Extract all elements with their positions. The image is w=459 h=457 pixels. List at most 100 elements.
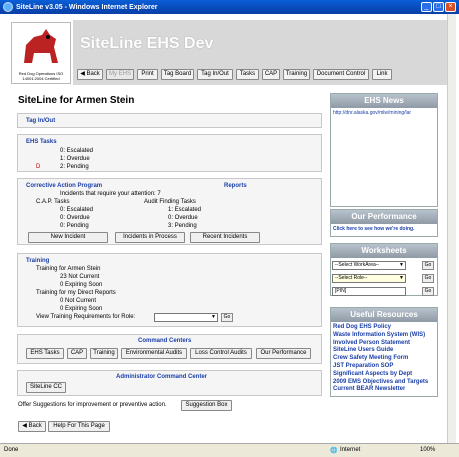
ie-icon <box>3 2 13 12</box>
vertical-scrollbar[interactable] <box>447 14 456 443</box>
resource-link[interactable]: Significant Aspects by Dept <box>333 371 435 379</box>
training-direct-reports: Training for my Direct Reports <box>36 290 116 296</box>
role-go-button[interactable]: Go <box>422 274 434 283</box>
status-bar: Done 🌐 Internet 100% <box>0 443 459 457</box>
worksheets-title: Worksheets <box>331 244 437 258</box>
zone-text: Internet <box>340 447 361 453</box>
red-dog-logo: Red Dog Operations ISO 14001:2004 Certif… <box>11 22 71 84</box>
training-panel: Training Training for Armen Stein 23 Not… <box>17 253 322 327</box>
cap-escalated[interactable]: 0: Escalated <box>60 207 93 213</box>
suggestion-text: Offer Suggestions for improvement or pre… <box>18 402 167 408</box>
training-role-select[interactable]: ▼ <box>154 313 218 322</box>
resource-link[interactable]: Current BEAR Newsletter <box>333 386 435 394</box>
page-title: SiteLine for Armen Stein <box>18 95 135 106</box>
our-performance-panel: Our Performance Click here to see how we… <box>330 209 438 237</box>
nav-cap-button[interactable]: CAP <box>262 69 280 80</box>
nav-tag-in-out-button[interactable]: Tag In/Out <box>197 69 233 80</box>
ehs-news-link[interactable]: http://dnr.alaska.gov/mlw/mining/lar <box>331 108 437 118</box>
help-for-this-page-button[interactable]: Help For This Page <box>48 421 110 432</box>
chevron-down-icon: ▼ <box>399 262 404 268</box>
cap-pending[interactable]: 0: Pending <box>60 223 89 229</box>
cap-overdue[interactable]: 0: Overdue <box>60 215 90 221</box>
cap-reports-link[interactable]: Reports <box>224 183 247 189</box>
cc-ehs-tasks-button[interactable]: EHS Tasks <box>26 348 64 359</box>
pin-input[interactable]: [PIN] <box>332 287 406 296</box>
audit-overdue[interactable]: 0: Overdue <box>168 215 198 221</box>
ehs-tasks-title[interactable]: EHS Tasks <box>26 139 57 145</box>
chevron-down-icon: ▼ <box>211 314 216 320</box>
nav-document-control-button[interactable]: Document Control <box>313 69 369 80</box>
training-title[interactable]: Training <box>26 258 49 264</box>
logo-text: Red Dog Operations ISO 14001:2004 Certif… <box>18 71 64 81</box>
nav-my-ehs-button[interactable]: My EHS <box>106 69 134 80</box>
our-performance-link[interactable]: Click here to see how we're doing. <box>331 224 437 234</box>
reports-not-current[interactable]: 0 Not Current <box>60 298 96 304</box>
suggestion-box-button[interactable]: Suggestion Box <box>181 400 232 411</box>
cap-incidents-text[interactable]: Incidents that require your attention: 7 <box>60 191 161 197</box>
resource-link[interactable]: JST Preparation SOP <box>333 363 435 371</box>
cap-panel: Corrective Action Program Reports Incide… <box>17 178 322 245</box>
ehs-pending[interactable]: 2: Pending <box>60 164 89 170</box>
resource-link[interactable]: Crew Safety Meeting Form <box>333 355 435 363</box>
resource-link[interactable]: Involved Person Statement <box>333 340 435 348</box>
user-expiring[interactable]: 0 Expiring Soon <box>60 282 102 288</box>
pending-marker: D <box>36 164 41 170</box>
footer-back-button[interactable]: ◀ Back <box>18 421 46 432</box>
cc-loss-control-audits-button[interactable]: Loss Control Audits <box>190 348 252 359</box>
app-title: SiteLine EHS Dev <box>80 35 214 52</box>
ehs-news-title: EHS News <box>331 94 437 108</box>
nav-link-button[interactable]: Link <box>372 69 392 80</box>
ehs-overdue[interactable]: 1: Overdue <box>60 156 90 162</box>
command-centers-title: Command Centers <box>138 338 192 344</box>
recent-incidents-button[interactable]: Recent Incidents <box>190 232 260 243</box>
cc-cap-button[interactable]: CAP <box>67 348 87 359</box>
cap-tasks-title: C.A.P. Tasks <box>36 199 70 205</box>
admin-title: Administrator Command Center <box>116 374 208 380</box>
nav-back-button[interactable]: ◀ Back <box>77 69 103 80</box>
status-text: Done <box>4 447 19 453</box>
cap-title[interactable]: Corrective Action Program <box>26 183 102 189</box>
useful-resources-panel: Useful Resources Red Dog EHS Policy Wast… <box>330 307 438 397</box>
command-centers-panel: Command Centers EHS Tasks CAP Training E… <box>17 334 322 364</box>
nav-print-button[interactable]: Print <box>137 69 158 80</box>
audit-tasks-title: Audit Finding Tasks <box>144 199 196 205</box>
ehs-news-panel: EHS News http://dnr.alaska.gov/mlw/minin… <box>330 93 438 207</box>
window-title: SiteLine v3.05 - Windows Internet Explor… <box>16 3 158 11</box>
minimize-button[interactable]: _ <box>421 2 432 12</box>
audit-escalated[interactable]: 1: Escalated <box>168 207 201 213</box>
nav-tasks-button[interactable]: Tasks <box>236 69 259 80</box>
audit-pending[interactable]: 3: Pending <box>168 223 197 229</box>
training-go-button[interactable]: Go <box>221 313 233 322</box>
reports-expiring[interactable]: 0 Expiring Soon <box>60 306 102 312</box>
cc-training-button[interactable]: Training <box>90 348 118 359</box>
globe-icon: 🌐 <box>330 448 338 454</box>
pin-go-button[interactable]: Go <box>422 287 434 296</box>
window-titlebar: SiteLine v3.05 - Windows Internet Explor… <box>0 0 459 14</box>
training-role-label: View Training Requirements for Role: <box>36 314 136 320</box>
work-area-go-button[interactable]: Go <box>422 261 434 270</box>
tag-in-out-link[interactable]: Tag In/Out <box>26 118 55 124</box>
nav-tag-board-button[interactable]: Tag Board <box>161 69 194 80</box>
user-not-current[interactable]: 23 Not Current <box>60 274 99 280</box>
new-incident-button[interactable]: New Incident <box>28 232 108 243</box>
resource-link[interactable]: 2009 EMS Objectives and Targets <box>333 379 435 387</box>
our-performance-title: Our Performance <box>331 210 437 224</box>
tag-in-out-panel: Tag In/Out <box>17 113 322 128</box>
siteline-cc-button[interactable]: SiteLine CC <box>26 382 66 393</box>
incidents-in-process-button[interactable]: Incidents in Process <box>115 232 185 243</box>
role-select[interactable]: --Select Role-- ▼ <box>332 274 406 283</box>
useful-resources-title: Useful Resources <box>331 308 437 322</box>
resource-link[interactable]: SiteLine Users Guide <box>333 347 435 355</box>
work-area-select[interactable]: --Select WorkArea-- ▼ <box>332 261 406 270</box>
maximize-button[interactable]: □ <box>433 2 444 12</box>
cc-our-performance-button[interactable]: Our Performance <box>256 348 311 359</box>
training-for-user: Training for Armen Stein <box>36 266 101 272</box>
nav-training-button[interactable]: Training <box>283 69 310 80</box>
close-button[interactable]: × <box>445 2 456 12</box>
resource-link[interactable]: Red Dog EHS Policy <box>333 324 435 332</box>
ehs-escalated[interactable]: 0: Escalated <box>60 148 93 154</box>
admin-panel: Administrator Command Center SiteLine CC <box>17 370 322 396</box>
zoom-level[interactable]: 100% <box>420 447 435 453</box>
resource-link[interactable]: Waste Information System (WIS) <box>333 332 435 340</box>
cc-environmental-audits-button[interactable]: Environmental Audits <box>121 348 187 359</box>
